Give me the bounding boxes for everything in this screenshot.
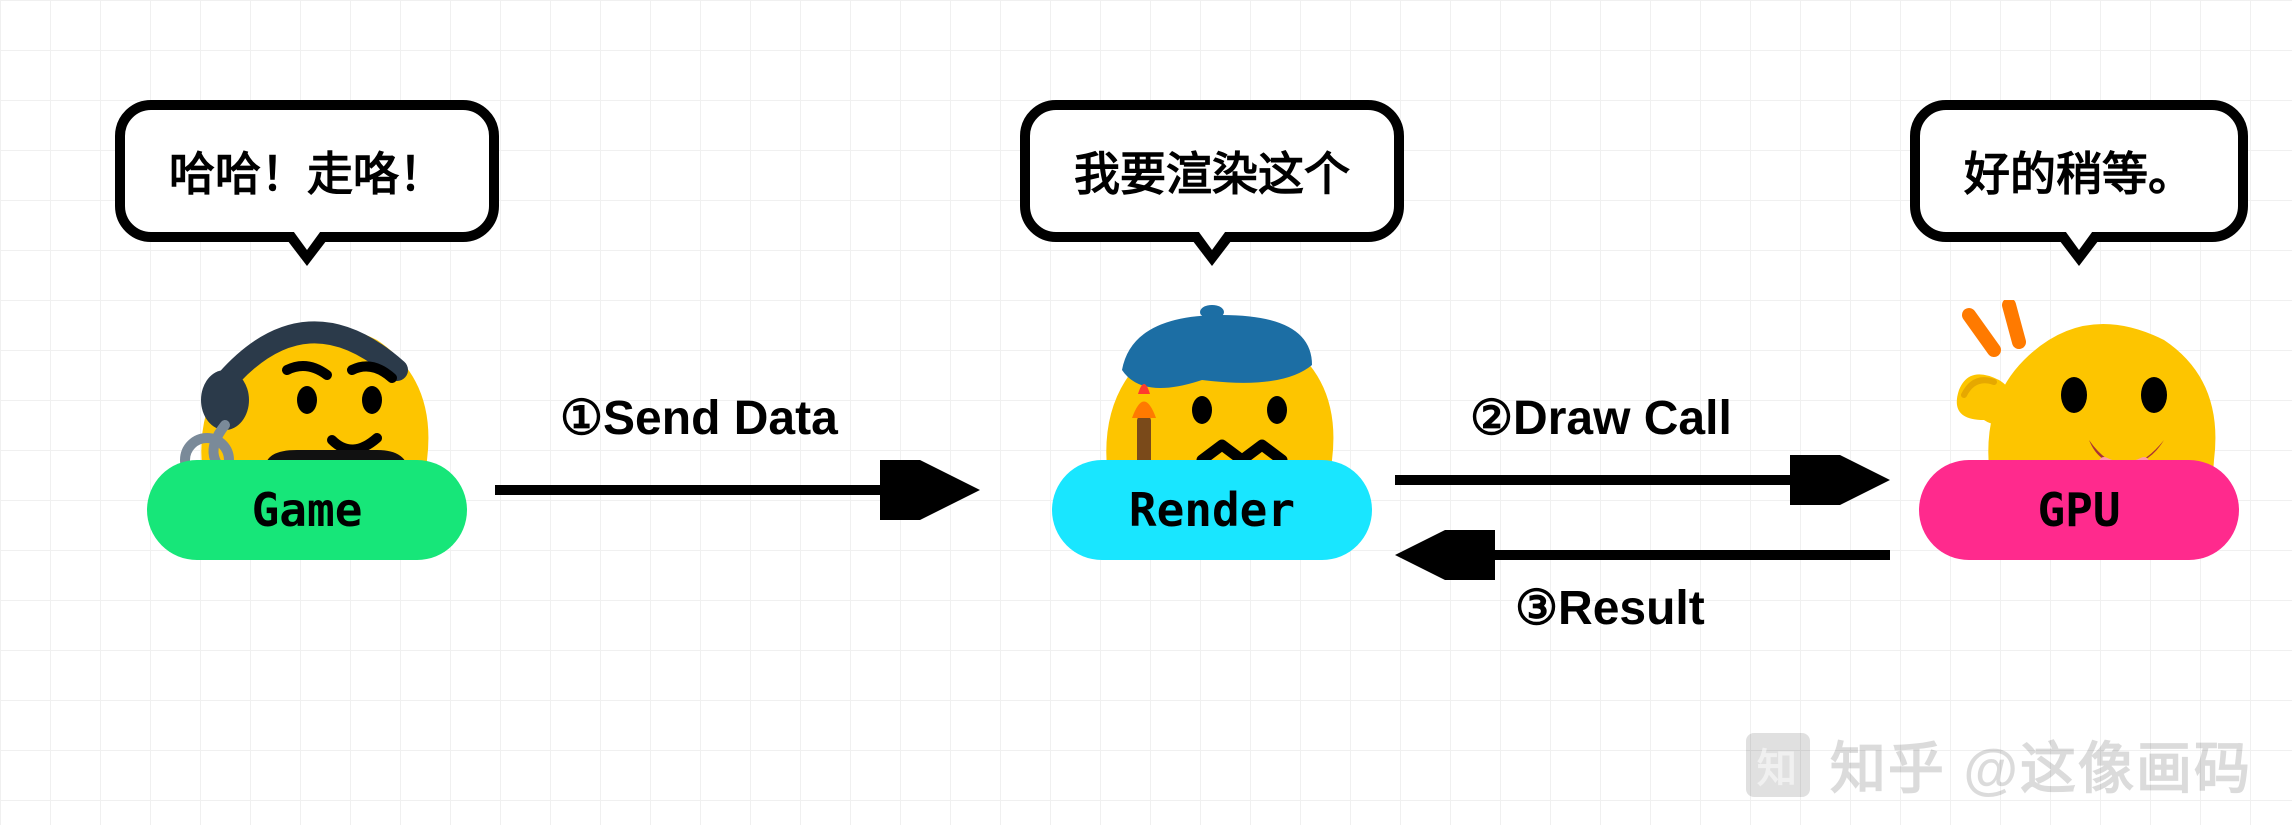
- watermark-text: 知乎 @这像画码: [1830, 724, 2252, 805]
- pill-game: Game: [147, 460, 467, 560]
- diagram-canvas: 哈哈！走咯！ Game 我要渲染这个: [0, 0, 2292, 825]
- character-game: Game: [157, 280, 457, 560]
- character-gpu: GPU: [1929, 280, 2229, 560]
- node-gpu: 好的稍等。 GPU: [1910, 100, 2248, 560]
- node-render: 我要渲染这个 Render: [1020, 100, 1404, 560]
- label-result: ③Result: [1515, 580, 1705, 636]
- speech-gpu: 好的稍等。: [1910, 100, 2248, 242]
- label-send-data: ①Send Data: [560, 390, 838, 446]
- arrow-send-data: [490, 460, 990, 520]
- speech-render: 我要渲染这个: [1020, 100, 1404, 242]
- arrow-draw-call: [1390, 455, 1900, 505]
- node-game: 哈哈！走咯！ Game: [115, 100, 499, 560]
- speech-game: 哈哈！走咯！: [115, 100, 499, 242]
- pill-render: Render: [1052, 460, 1372, 560]
- zhihu-logo-icon: [1746, 733, 1810, 797]
- character-render: Render: [1062, 280, 1362, 560]
- pill-gpu: GPU: [1919, 460, 2239, 560]
- watermark: 知乎 @这像画码: [1746, 724, 2252, 805]
- arrow-result: [1390, 530, 1900, 580]
- label-draw-call: ②Draw Call: [1470, 390, 1732, 446]
